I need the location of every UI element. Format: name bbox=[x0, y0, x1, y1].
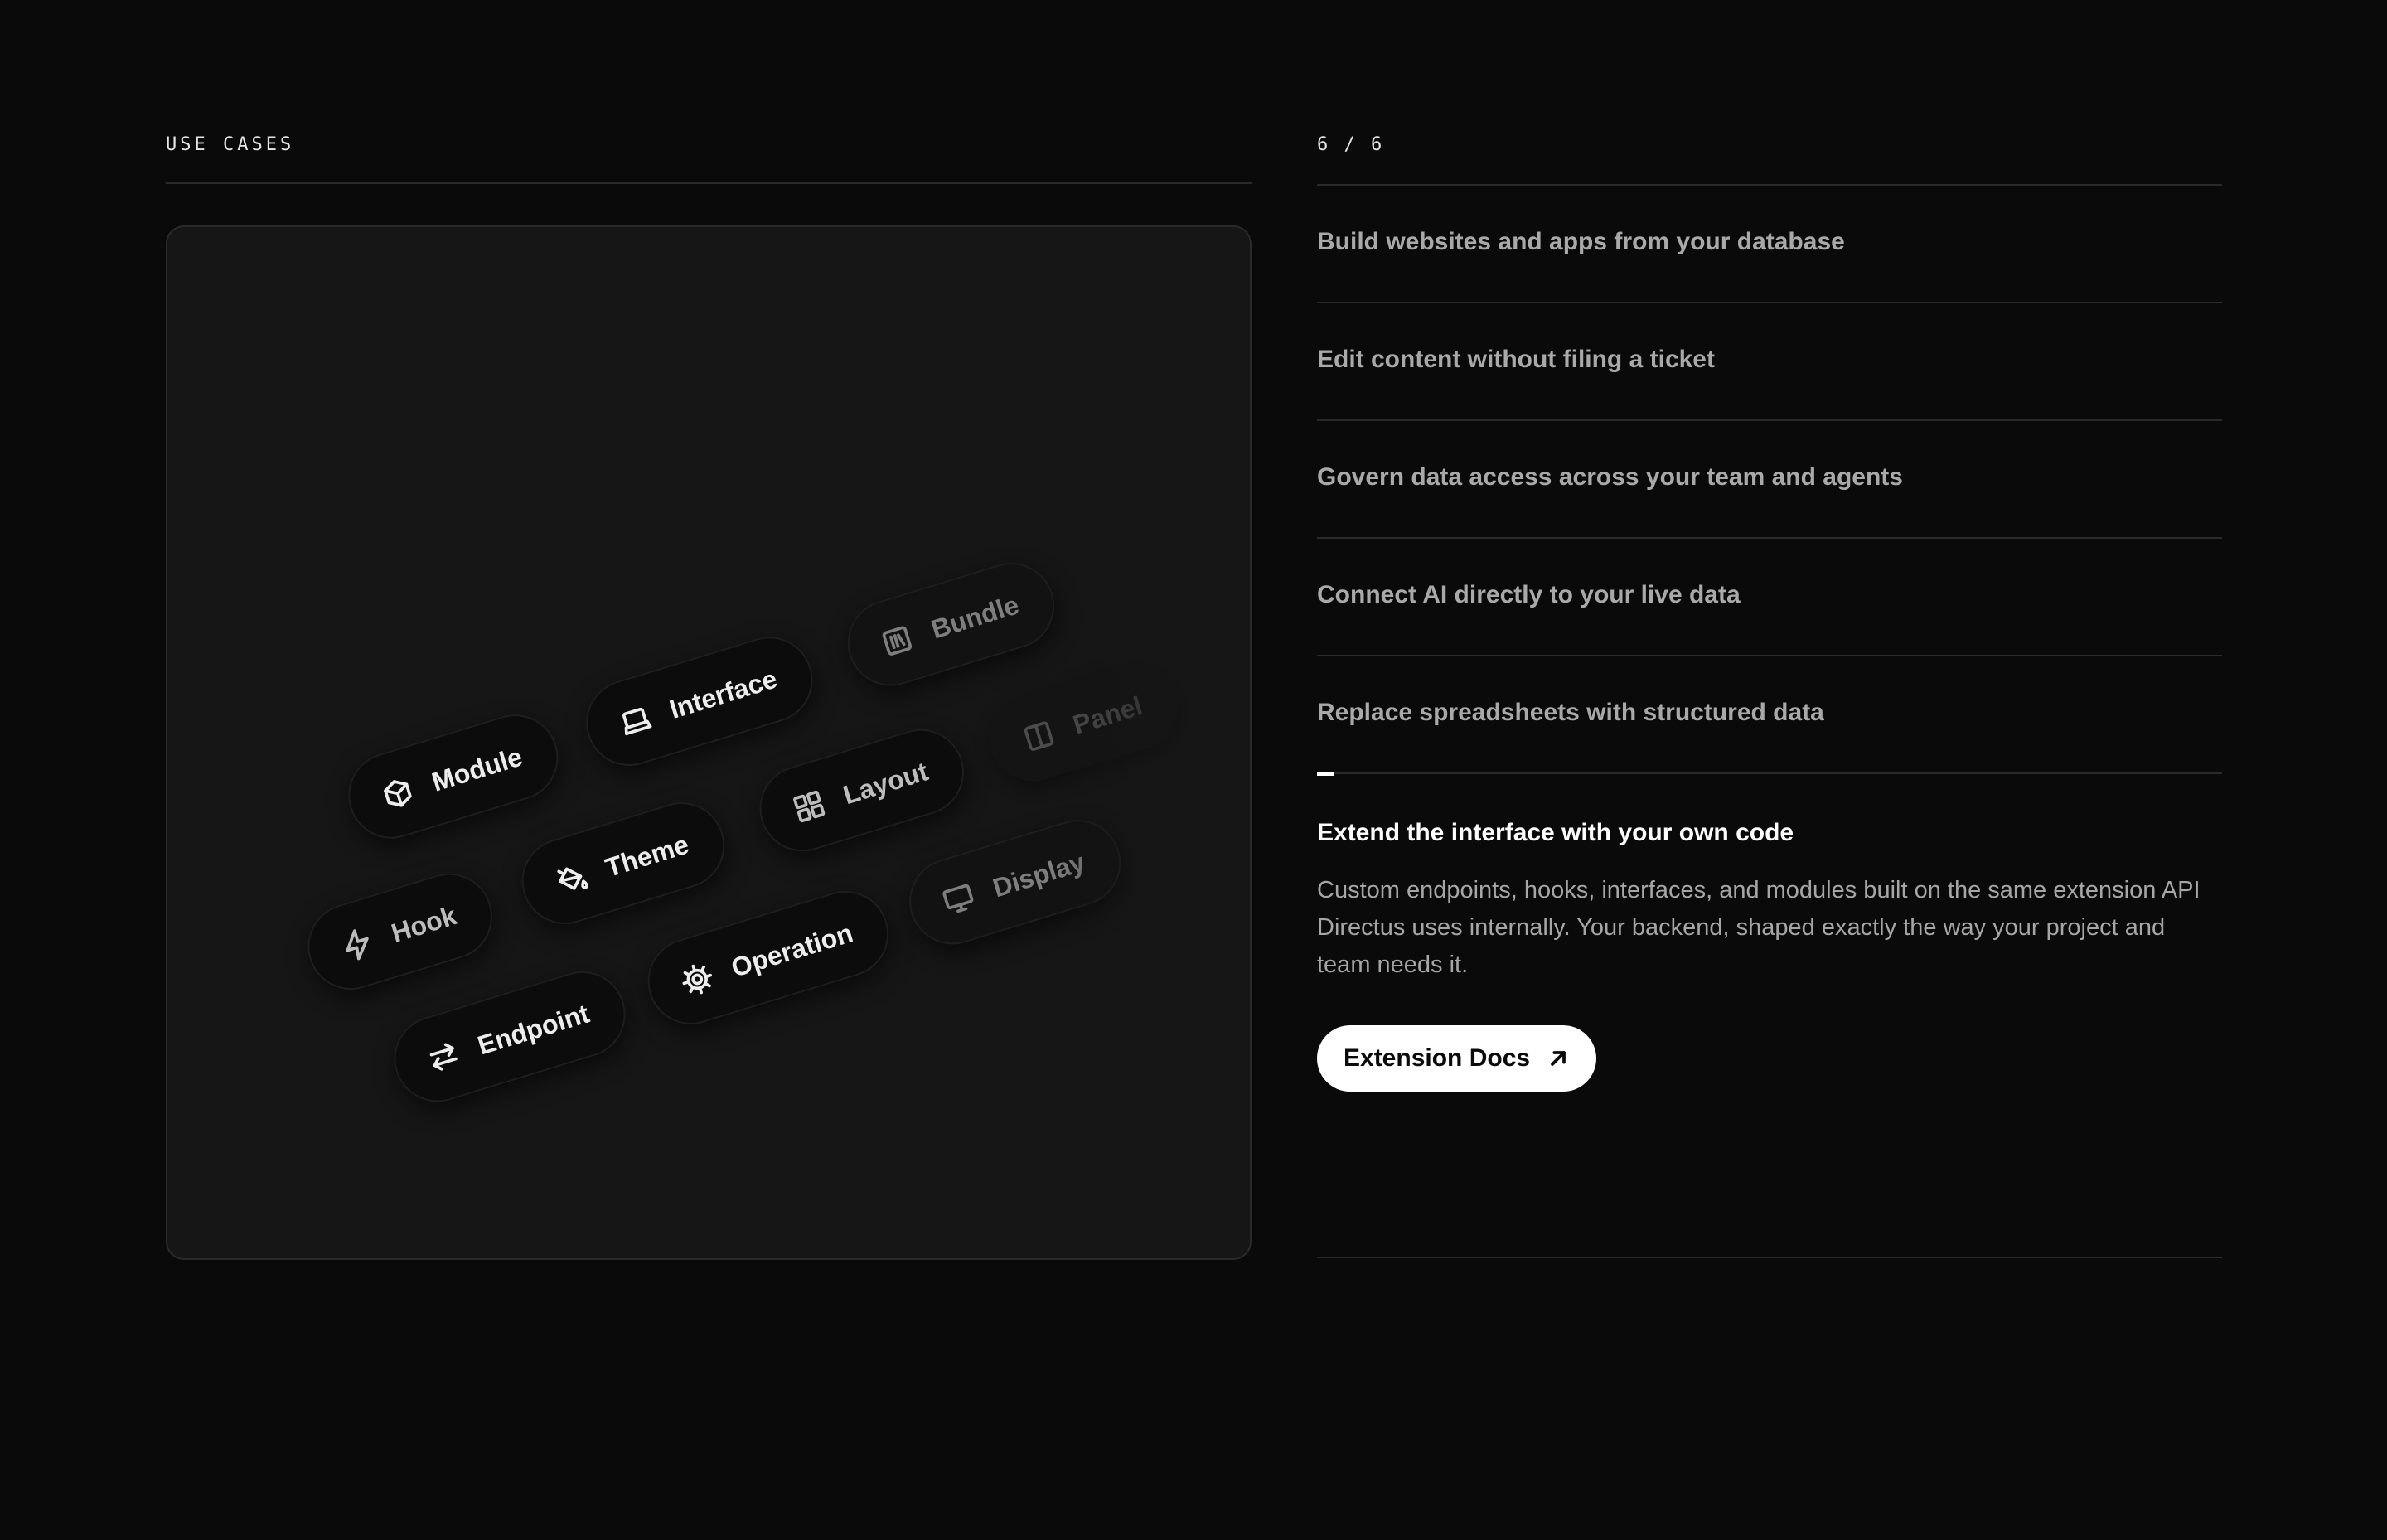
slide-counter: 6 / 6 bbox=[1317, 134, 1385, 155]
chip-theme: Theme bbox=[511, 792, 736, 935]
monitor-icon bbox=[942, 884, 974, 913]
active-use-case-description: Custom endpoints, hooks, interfaces, and… bbox=[1317, 877, 2201, 978]
library-icon bbox=[882, 626, 913, 656]
use-case-label: Govern data access across your team and … bbox=[1317, 463, 1903, 491]
chip-interface: Interface bbox=[575, 626, 824, 777]
list-bottom-divider bbox=[1317, 1257, 2222, 1258]
use-case-list: Build websites and apps from your databa… bbox=[1317, 184, 2222, 1092]
chip-label: Display bbox=[989, 846, 1088, 903]
active-use-case-title[interactable]: Extend the interface with your own code bbox=[1317, 819, 2222, 847]
section-divider bbox=[166, 182, 1252, 184]
chip-display: Display bbox=[898, 809, 1132, 956]
panel-icon bbox=[1024, 721, 1054, 751]
extension-docs-button[interactable]: Extension Docs bbox=[1317, 1025, 1597, 1092]
extension-chip-cloud: Module Interface Bundle Hook Theme Layou… bbox=[233, 488, 1250, 1177]
use-case-item[interactable]: Build websites and apps from your databa… bbox=[1317, 186, 2222, 303]
chip-label: Theme bbox=[601, 828, 693, 883]
use-case-label: Build websites and apps from your databa… bbox=[1317, 228, 1845, 255]
chip-bundle: Bundle bbox=[836, 552, 1066, 697]
arrow-up-right-icon bbox=[1551, 1051, 1566, 1066]
use-case-label: Edit content without filing a ticket bbox=[1317, 346, 1715, 373]
chip-layout: Layout bbox=[748, 718, 975, 863]
cube-icon bbox=[384, 780, 412, 807]
chip-label: Panel bbox=[1069, 690, 1146, 740]
chip-label: Layout bbox=[839, 755, 932, 810]
paint-bucket-icon bbox=[557, 867, 588, 890]
page: USE CASES Module Interface Bundle Hook T… bbox=[0, 0, 2387, 1540]
chip-label: Operation bbox=[727, 917, 856, 983]
extension-showcase: Module Interface Bundle Hook Theme Layou… bbox=[166, 225, 1252, 1260]
use-case-label: Connect AI directly to your live data bbox=[1317, 581, 1741, 608]
chip-label: Module bbox=[428, 741, 526, 797]
chip-operation: Operation bbox=[637, 879, 900, 1035]
chip-endpoint: Endpoint bbox=[383, 961, 637, 1113]
layout-grid-icon bbox=[793, 790, 826, 823]
use-case-item[interactable]: Edit content without filing a ticket bbox=[1317, 303, 2222, 421]
use-case-item[interactable]: Replace spreadsheets with structured dat… bbox=[1317, 656, 2222, 774]
use-case-item[interactable]: Connect AI directly to your live data bbox=[1317, 539, 2222, 656]
chip-hook: Hook bbox=[297, 862, 503, 1000]
chip-label: Endpoint bbox=[473, 997, 593, 1060]
lightning-icon bbox=[346, 929, 369, 961]
use-case-label: Replace spreadsheets with structured dat… bbox=[1317, 699, 1824, 726]
chip-label: Hook bbox=[387, 899, 460, 948]
laptop-icon bbox=[622, 707, 652, 736]
chip-panel: Panel bbox=[978, 652, 1189, 792]
chip-label: Interface bbox=[666, 663, 781, 724]
active-use-case: Extend the interface with your own code … bbox=[1317, 772, 2222, 1092]
section-label: USE CASES bbox=[166, 134, 295, 155]
arrows-swap-icon bbox=[429, 1043, 458, 1071]
use-case-item[interactable]: Govern data access across your team and … bbox=[1317, 421, 2222, 539]
button-label: Extension Docs bbox=[1344, 1044, 1531, 1072]
chip-label: Bundle bbox=[927, 588, 1023, 645]
progress-indicator bbox=[1317, 772, 1334, 776]
chip-module: Module bbox=[337, 704, 569, 850]
cog-icon bbox=[682, 964, 713, 995]
